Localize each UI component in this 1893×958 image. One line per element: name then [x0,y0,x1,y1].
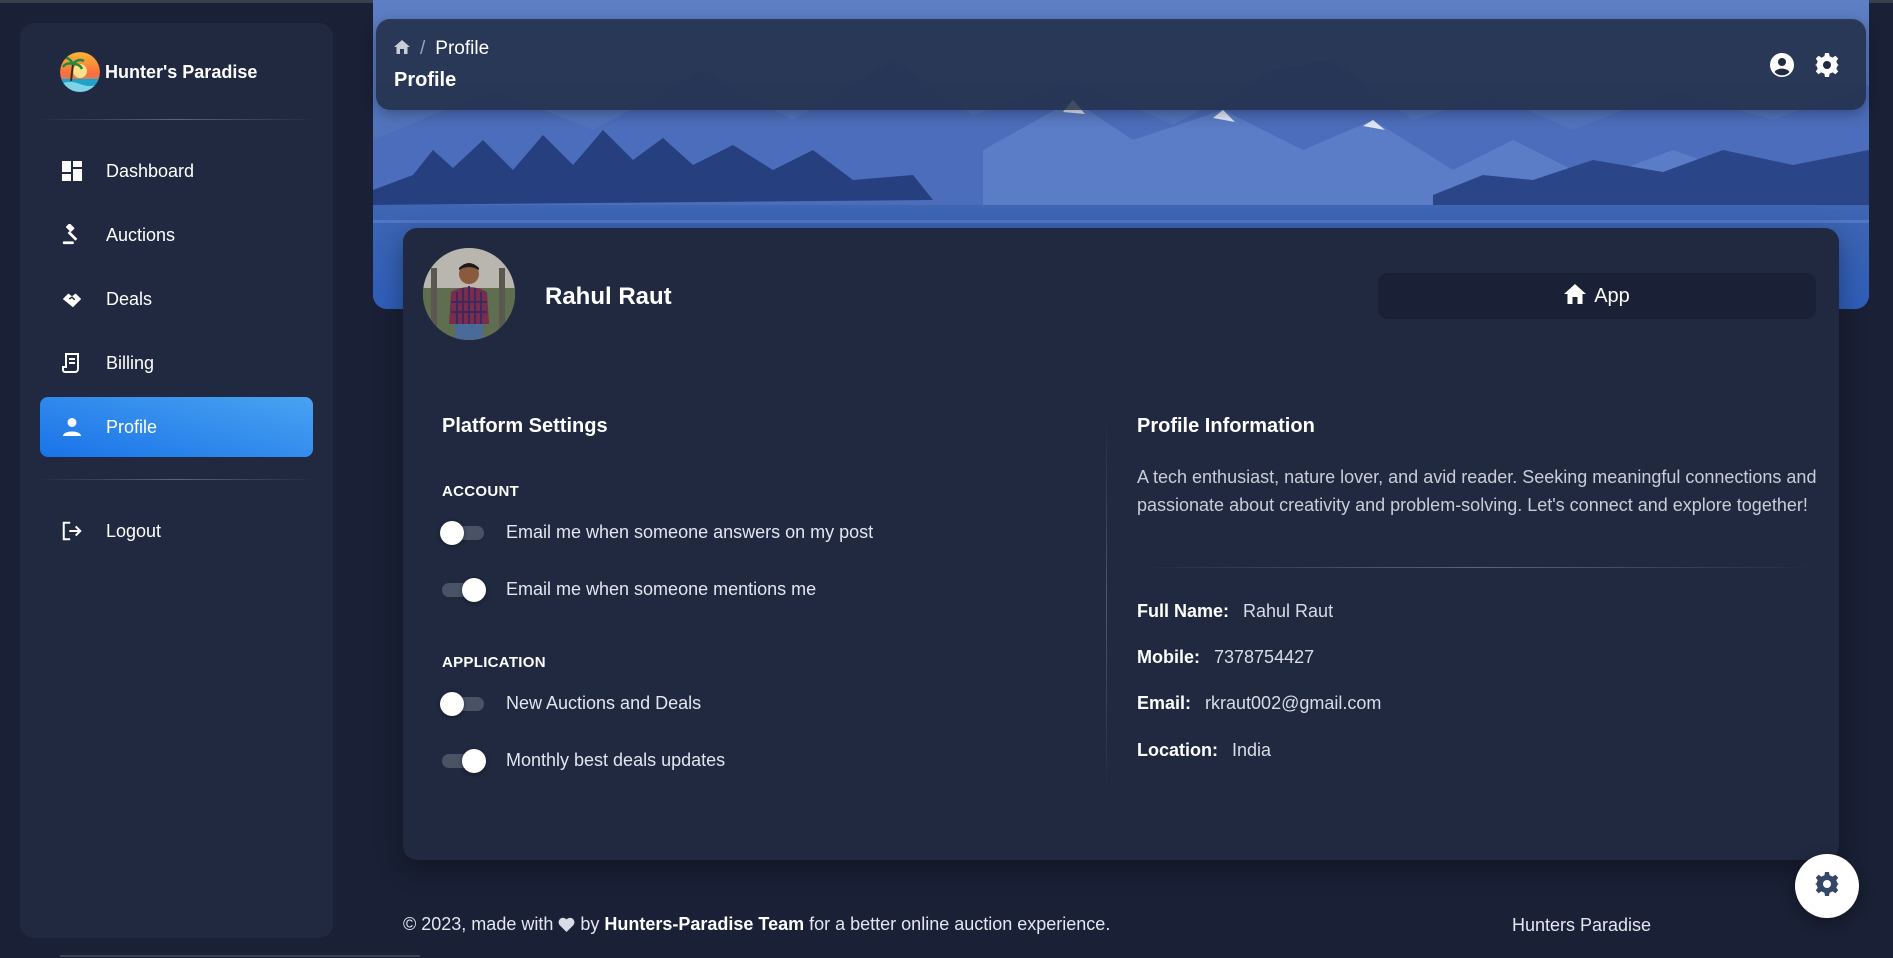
avatar [423,248,515,340]
gear-icon[interactable] [1814,52,1840,78]
sidebar: Hunter's Paradise Dashboard Auctions Dea… [20,23,333,938]
footer-by: by [580,914,600,934]
breadcrumb-current: Profile [435,38,490,59]
email-answers-toggle[interactable] [440,521,486,545]
brand-name: Hunter's Paradise [105,61,258,82]
profile-card: Rahul Raut App Platform Settings ACCOUNT… [403,228,1839,860]
gear-icon [1815,871,1839,901]
sidebar-divider-top [36,119,317,120]
info-key: Full Name: [1137,601,1230,621]
platform-settings-title: Platform Settings [442,415,608,437]
toggle-knob [440,692,464,716]
toggle-knob [462,578,486,602]
setting-label: Email me when someone answers on my post [506,521,874,542]
setting-row: New Auctions and Deals [440,688,701,718]
profile-info-title: Profile Information [1137,415,1315,437]
breadcrumb-separator: / [420,38,426,59]
sidebar-item-label: Logout [106,520,162,541]
tab-app[interactable]: App [1378,273,1816,319]
sidebar-item-label: Auctions [106,224,176,245]
footer-prefix: © 2023, made with [403,914,554,934]
info-row-full-name: Full Name: Rahul Raut [1137,601,1333,622]
info-row-location: Location: India [1137,740,1271,761]
sidebar-item-billing[interactable]: Billing [40,333,313,393]
tab-app-label: App [1594,284,1630,307]
footer-brand-link[interactable]: Hunters Paradise [1512,915,1651,936]
info-value: India [1232,740,1272,760]
horizontal-scrollbar[interactable] [60,955,420,957]
info-key: Mobile: [1137,647,1200,667]
info-value: rkraut002@gmail.com [1205,693,1382,713]
setting-row: Monthly best deals updates [440,745,725,775]
breadcrumb: / Profile [394,38,489,60]
page-title: Profile [394,69,457,91]
home-icon[interactable] [394,38,410,60]
sidebar-item-profile[interactable]: Profile [40,397,313,457]
info-value: 7378754427 [1214,647,1315,667]
info-row-mobile: Mobile: 7378754427 [1137,647,1314,668]
sidebar-item-auctions[interactable]: Auctions [40,205,313,265]
section-divider [1106,413,1107,793]
configurator-button[interactable] [1795,854,1859,918]
info-row-email: Email: rkraut002@gmail.com [1137,693,1381,714]
profile-name: Rahul Raut [545,283,672,310]
setting-label: New Auctions and Deals [506,692,702,713]
home-icon [1564,283,1587,309]
profile-bio: A tech enthusiast, nature lover, and avi… [1137,467,1817,515]
sidebar-item-dashboard[interactable]: Dashboard [40,141,313,201]
sidebar-item-deals[interactable]: Deals [40,269,313,329]
person-icon [61,416,83,438]
profile-info-divider [1137,567,1817,568]
sidebar-item-label: Dashboard [106,160,195,181]
brand[interactable]: Hunter's Paradise [60,52,257,92]
toggle-knob [440,521,464,545]
footer-copyright: © 2023, made with by Hunters-Paradise Te… [403,914,1110,935]
sidebar-item-label: Deals [106,288,153,309]
top-navbar: / Profile Profile [376,19,1866,110]
dashboard-icon [61,160,83,182]
setting-row: Email me when someone mentions me [440,574,816,604]
setting-row: Email me when someone answers on my post [440,517,873,547]
heart-icon [558,917,575,932]
sidebar-item-logout[interactable]: Logout [40,501,313,561]
sidebar-item-label: Profile [106,416,158,437]
monthly-deals-toggle[interactable] [440,749,486,773]
footer-suffix: for a better online auction experience. [809,914,1111,934]
email-mentions-toggle[interactable] [440,578,486,602]
account-group-label: ACCOUNT [442,483,520,500]
logout-icon [61,520,83,542]
account-circle-icon[interactable] [1769,52,1795,78]
toggle-knob [462,749,486,773]
info-key: Email: [1137,693,1192,713]
setting-label: Monthly best deals updates [506,749,726,770]
brand-logo-icon [60,52,100,92]
application-group-label: APPLICATION [442,654,546,671]
gavel-icon [61,224,83,246]
receipt-icon [61,352,83,374]
setting-label: Email me when someone mentions me [506,578,817,599]
footer-team-link[interactable]: Hunters-Paradise Team [604,914,804,935]
sidebar-item-label: Billing [106,352,155,373]
info-key: Location: [1137,740,1218,760]
handshake-icon [61,288,83,310]
info-value: Rahul Raut [1243,601,1334,621]
new-auctions-toggle[interactable] [440,692,486,716]
sidebar-divider-bottom [36,479,317,480]
